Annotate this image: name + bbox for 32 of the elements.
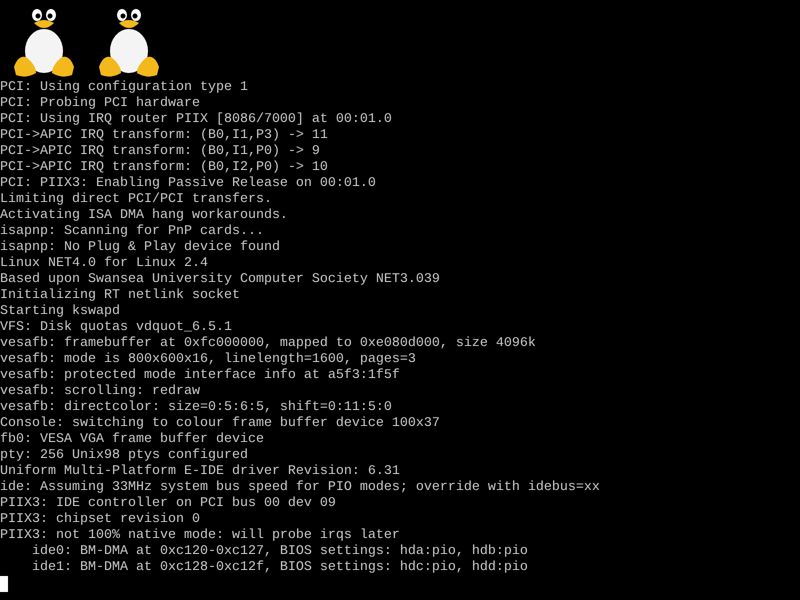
- console-line: vesafb: framebuffer at 0xfc000000, mapped to 0xe080d000, size 4096k: [0, 336, 536, 352]
- console-line: Starting kswapd: [0, 304, 120, 320]
- console-line: vesafb: scrolling: redraw: [0, 384, 200, 400]
- console-line: Initializing RT netlink socket: [0, 288, 240, 304]
- console-line: PIIX3: chipset revision 0: [0, 512, 200, 528]
- console-line: PIIX3: IDE controller on PCI bus 00 dev 09: [0, 496, 336, 512]
- console-line: ide: Assuming 33MHz system bus speed for PIO modes; override with idebus=xx: [0, 480, 600, 496]
- console-line: isapnp: Scanning for PnP cards...: [0, 224, 264, 240]
- console-line: pty: 256 Unix98 ptys configured: [0, 448, 248, 464]
- console-line: PCI: Probing PCI hardware: [0, 96, 200, 112]
- console-line: Console: switching to colour frame buffer device 100x37: [0, 416, 440, 432]
- console-line: PCI: Using configuration type 1: [0, 80, 248, 96]
- console-line: PCI->APIC IRQ transform: (B0,I1,P3) -> 11: [0, 128, 328, 144]
- console-line: Uniform Multi-Platform E-IDE driver Revision: 6.31: [0, 464, 400, 480]
- console-line: fb0: VESA VGA frame buffer device: [0, 432, 264, 448]
- console-line: PCI: PIIX3: Enabling Passive Release on 00:01.0: [0, 176, 376, 192]
- console-line: Limiting direct PCI/PCI transfers.: [0, 192, 272, 208]
- console-line: PCI->APIC IRQ transform: (B0,I1,P0) -> 9: [0, 144, 320, 160]
- console-line: vesafb: directcolor: size=0:5:6:5, shift=0:11:5:0: [0, 400, 392, 416]
- console-line: VFS: Disk quotas vdquot_6.5.1: [0, 320, 232, 336]
- console-line: Based upon Swansea University Computer Society NET3.039: [0, 272, 440, 288]
- console-line: ide0: BM-DMA at 0xc120-0xc127, BIOS settings: hda:pio, hdb:pio: [30, 544, 528, 560]
- console-line: vesafb: protected mode interface info at a5f3:1f5f: [0, 368, 400, 384]
- console-line: isapnp: No Plug & Play device found: [0, 240, 280, 256]
- console-line: PCI: Using IRQ router PIIX [8086/7000] at 00:01.0: [0, 112, 392, 128]
- text-cursor: [0, 576, 8, 592]
- console-line: PIIX3: not 100% native mode: will probe irqs later: [0, 528, 400, 544]
- console-line: Activating ISA DMA hang workarounds.: [0, 208, 288, 224]
- console-line: PCI->APIC IRQ transform: (B0,I2,P0) -> 10: [0, 160, 328, 176]
- console-line: ide1: BM-DMA at 0xc128-0xc12f, BIOS settings: hdc:pio, hdd:pio: [30, 560, 528, 576]
- console-line: Linux NET4.0 for Linux 2.4: [0, 256, 208, 272]
- console-line: vesafb: mode is 800x600x16, linelength=1600, pages=3: [0, 352, 416, 368]
